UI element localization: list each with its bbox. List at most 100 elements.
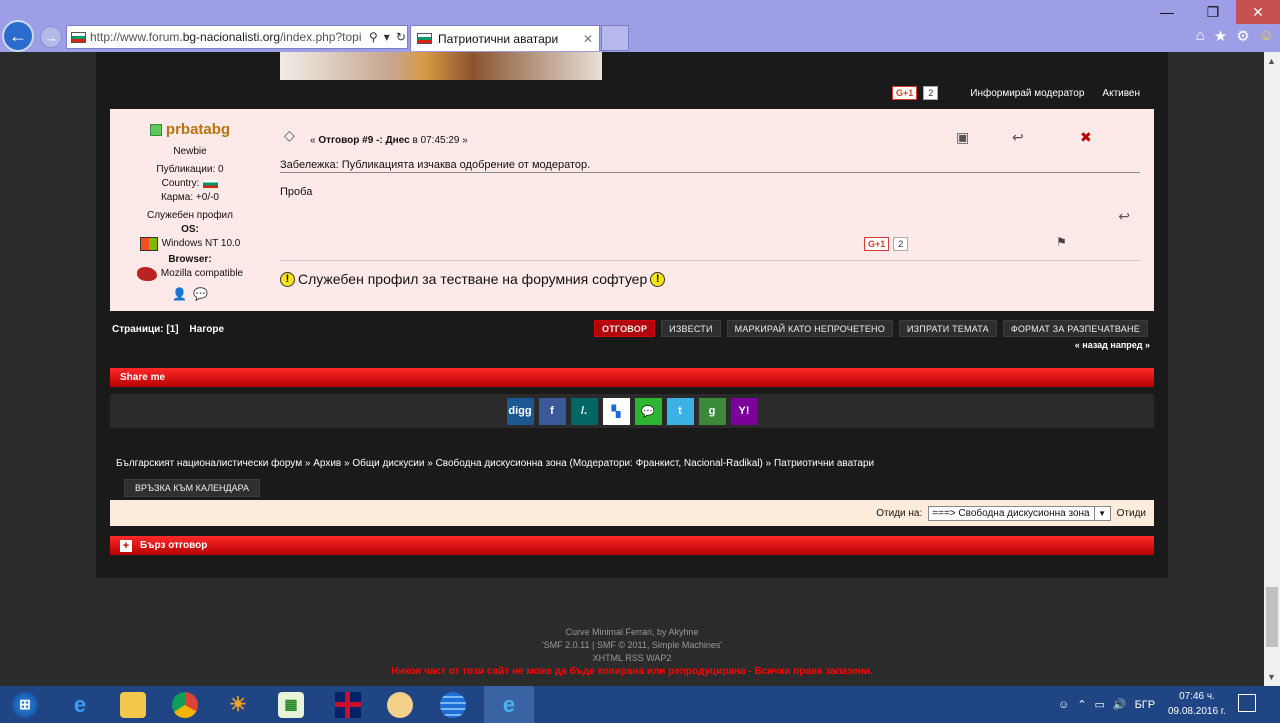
facebook-icon[interactable]: f xyxy=(538,397,566,425)
address-bar[interactable]: http://www.forum.bg-nacionalisti.org/ind… xyxy=(66,25,408,49)
report-moderator-link[interactable]: Информирай модератор xyxy=(970,88,1084,99)
clock[interactable]: 07:46 ч. 09.08.2016 г. xyxy=(1162,689,1232,719)
smf-copy-link[interactable]: SMF © 2011 xyxy=(597,640,647,650)
start-button[interactable]: ⊞ xyxy=(0,686,50,723)
slashdot-icon[interactable]: /. xyxy=(570,397,598,425)
post-share-buttons: G+1 2 xyxy=(864,237,909,251)
report-icon[interactable]: ⚑ xyxy=(1056,235,1067,249)
taskbar-uk-app[interactable] xyxy=(323,686,373,723)
taskbar-chrome[interactable] xyxy=(160,686,210,723)
taskbar-app2[interactable] xyxy=(428,686,478,723)
address-url[interactable]: http://www.forum.bg-nacionalisti.org/ind… xyxy=(90,30,365,44)
print-button[interactable]: ФОРМАТ ЗА РАЗПЕЧАТВАНЕ xyxy=(1002,320,1148,337)
search-icon[interactable]: ⚲ xyxy=(369,30,378,44)
quote-reply-icon[interactable]: ↩ xyxy=(1118,208,1130,225)
smf-version-link[interactable]: SMF 2.0.11 xyxy=(544,640,590,650)
stack-app-icon xyxy=(440,691,466,718)
tray-smiley-icon[interactable]: ☺ xyxy=(1058,699,1069,711)
expand-plus-icon[interactable]: + xyxy=(120,539,132,552)
google-icon[interactable]: g xyxy=(698,397,726,425)
breadcrumb-separator: » xyxy=(341,458,353,469)
bulgaria-flag-icon xyxy=(417,33,432,44)
top-link[interactable]: Нагоре xyxy=(189,324,224,335)
taskbar-app[interactable]: ☀ xyxy=(213,686,263,723)
author-name[interactable]: prbatabg xyxy=(166,121,230,139)
quick-reply-header[interactable]: + Бърз отговор xyxy=(110,536,1154,555)
taskbar-paint[interactable] xyxy=(375,686,425,723)
previous-post-avatar-image xyxy=(280,52,602,80)
reply-link[interactable]: Отговор #9 -: Днес xyxy=(318,135,409,146)
jump-go-button[interactable]: Отиди xyxy=(1117,508,1146,519)
settings-gear-icon[interactable]: ⚙ xyxy=(1236,27,1249,45)
close-tab-icon[interactable]: ✕ xyxy=(583,32,593,46)
refresh-icon[interactable]: ↻ xyxy=(396,30,406,44)
feedback-smiley-icon[interactable]: ☺ xyxy=(1259,27,1274,45)
folder-icon xyxy=(120,691,146,718)
breadcrumb-item[interactable]: Общи дискусии xyxy=(352,458,424,469)
calendar-link-button[interactable]: ВРЪЗКА КЪМ КАЛЕНДАРА xyxy=(124,479,261,497)
active-status: Активен xyxy=(1102,87,1141,99)
dropdown-icon[interactable]: ▾ xyxy=(384,30,390,44)
browser-label: Browser: xyxy=(168,254,212,265)
scroll-down-icon[interactable]: ▼ xyxy=(1267,672,1276,682)
action-center-icon[interactable] xyxy=(1238,694,1256,712)
network-icon[interactable]: ▭ xyxy=(1094,698,1104,711)
simple-machines-link[interactable]: Simple Machines xyxy=(652,640,721,650)
delicious-icon[interactable]: ▚ xyxy=(602,397,630,425)
gplus-button[interactable]: G+1 xyxy=(892,86,918,100)
reply-button[interactable]: ОТГОВОР xyxy=(594,320,656,337)
scrollbar-thumb[interactable] xyxy=(1266,587,1278,647)
favorites-star-icon[interactable]: ★ xyxy=(1214,27,1227,45)
post-text: Проба xyxy=(280,186,313,198)
warning-icon: ! xyxy=(650,271,666,287)
copyright-notice: Никоя част от този сайт не може да бъде … xyxy=(391,666,873,677)
signature: ! Служебен профил за тестване на форумни… xyxy=(280,271,666,287)
breadcrumb-separator: » xyxy=(762,458,774,469)
volume-icon[interactable]: 🔊 xyxy=(1113,698,1127,711)
new-tab-button[interactable] xyxy=(601,25,629,51)
profile-icon[interactable]: 👤 xyxy=(172,287,187,301)
show-hidden-icon[interactable]: ⌃ xyxy=(1077,698,1086,711)
browser-chrome: ← → http://www.forum.bg-nacionalisti.org… xyxy=(0,0,1280,52)
breadcrumb-item[interactable]: Архив xyxy=(313,458,341,469)
home-icon[interactable]: ⌂ xyxy=(1196,27,1205,45)
vertical-scrollbar[interactable]: ▲ ▼ xyxy=(1264,52,1280,686)
scroll-up-icon[interactable]: ▲ xyxy=(1267,56,1276,66)
twitter-icon[interactable]: t xyxy=(666,397,694,425)
gplus-button[interactable]: G+1 xyxy=(864,237,890,251)
minimize-button[interactable]: — xyxy=(1144,0,1190,24)
browser-tab[interactable]: Патриотични аватари ✕ xyxy=(410,25,600,51)
taskbar-edge[interactable]: e xyxy=(55,686,105,723)
back-button[interactable]: ← xyxy=(2,20,34,52)
mark-unread-button[interactable]: МАРКИРАЙ КАТО НЕПРОЧЕТЕНО xyxy=(726,320,893,337)
breadcrumb-item[interactable]: Патриотични аватари xyxy=(774,458,874,469)
warning-icon: ! xyxy=(280,271,295,287)
pm-icon[interactable]: 💬 xyxy=(193,287,208,301)
quote-icon[interactable]: ↩ xyxy=(1012,129,1024,146)
close-window-button[interactable]: ✕ xyxy=(1236,0,1280,24)
windows-icon xyxy=(139,237,158,251)
notify-button[interactable]: ИЗВЕСТИ xyxy=(661,320,721,337)
yahoo-icon[interactable]: Y! xyxy=(730,397,758,425)
forward-button[interactable]: → xyxy=(40,26,62,48)
modify-icon[interactable]: ▣ xyxy=(956,129,969,146)
breadcrumb-item[interactable]: Свободна дискусионна зона (Модератори: Ф… xyxy=(436,458,763,469)
digg-icon[interactable]: digg xyxy=(506,397,534,425)
chart-app-icon: ▦ xyxy=(278,691,304,718)
jump-select[interactable]: ===> Свободна дискусионна зона ▼ xyxy=(928,505,1111,521)
language-indicator[interactable]: БГР xyxy=(1135,699,1156,711)
breadcrumb-item[interactable]: Българският националистически форум xyxy=(116,458,302,469)
send-topic-button[interactable]: ИЗПРАТИ ТЕМАТА xyxy=(898,320,997,337)
prev-next-links[interactable]: « назад напред » xyxy=(1075,340,1150,350)
chat-icon[interactable]: 💬 xyxy=(634,397,662,425)
format-links[interactable]: XHTML RSS WAP2 xyxy=(0,652,1264,665)
taskbar-chart-app[interactable]: ▦ xyxy=(266,686,316,723)
edge-icon: e xyxy=(73,691,87,717)
arrow-left-icon: ← xyxy=(9,25,27,46)
delete-icon[interactable]: ✖ xyxy=(1080,129,1092,146)
taskbar-ie[interactable]: e xyxy=(484,686,534,723)
author-karma: Карма: +0/-0 xyxy=(160,192,219,203)
palette-icon xyxy=(387,691,413,718)
taskbar-explorer[interactable] xyxy=(108,686,158,723)
maximize-button[interactable]: ❐ xyxy=(1190,0,1236,24)
